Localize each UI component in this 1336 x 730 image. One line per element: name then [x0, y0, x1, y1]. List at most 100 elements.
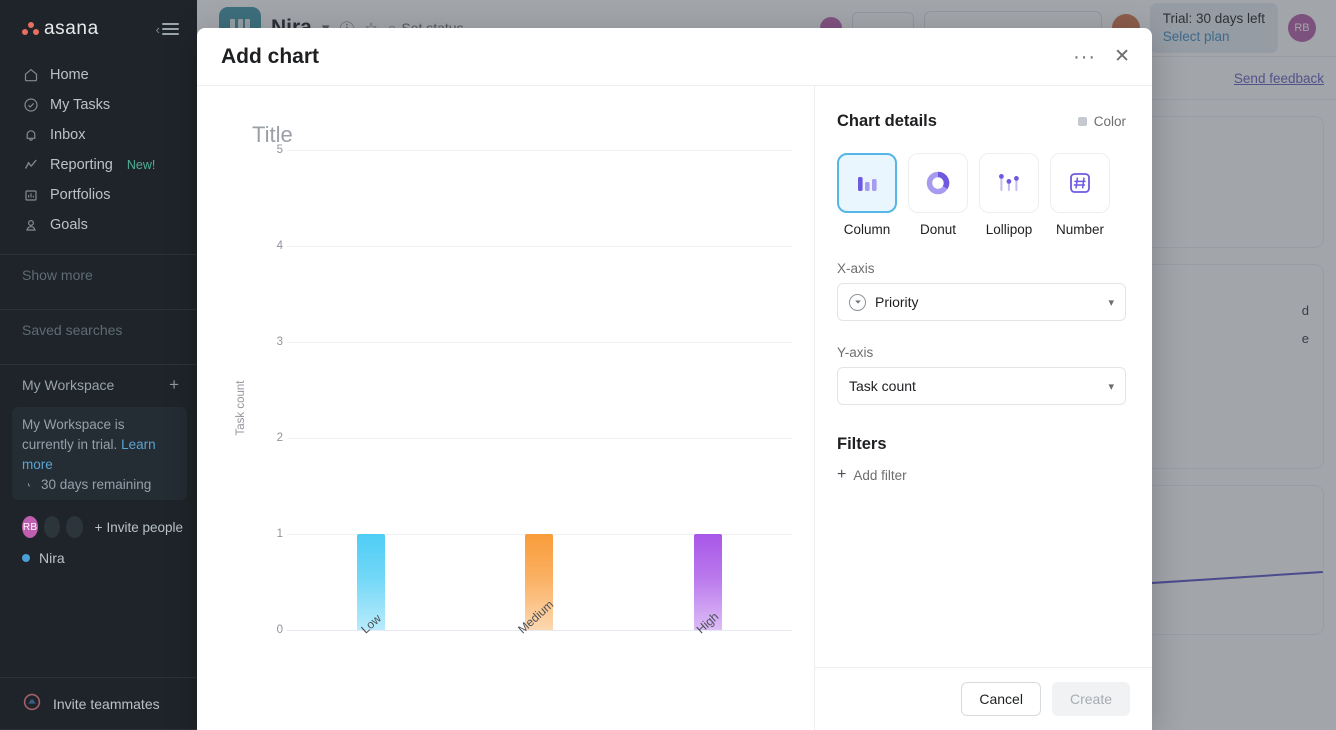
trial-text-line2: trial.	[91, 437, 118, 452]
saved-searches-section[interactable]: Saved searches	[0, 310, 197, 350]
trial-notice: My Workspace is currently in trial. Lear…	[12, 407, 187, 500]
chevron-down-icon: ▾	[1108, 380, 1114, 393]
sidebar-item-portfolios[interactable]: Portfolios	[0, 180, 197, 210]
hamburger-icon	[162, 20, 179, 38]
chart-type-label: Donut	[919, 222, 957, 237]
sidebar-item-label: Portfolios	[50, 187, 111, 203]
modal-header-actions: ··· ✕	[1073, 47, 1130, 67]
y-axis-value: Task count	[849, 378, 916, 394]
avatar[interactable]: RB	[22, 516, 39, 538]
sidebar-item-my-tasks[interactable]: My Tasks	[0, 90, 197, 120]
workspace-section[interactable]: My Workspace +	[0, 365, 197, 405]
donut-chart-icon	[908, 153, 968, 213]
plus-icon: +	[94, 519, 103, 535]
y-axis-tick: 5	[276, 144, 283, 156]
y-axis-label: Task count	[235, 380, 247, 436]
details-header: Chart details Color	[837, 112, 1126, 131]
sidebar-nav: Home My Tasks Inbox Reporting New! Portf…	[0, 60, 197, 240]
modal-footer: Cancel Create	[815, 667, 1152, 730]
number-chart-icon	[1050, 153, 1110, 213]
invite-people-button[interactable]: + Invite people	[95, 520, 183, 535]
timer-icon	[28, 483, 31, 487]
color-button[interactable]: Color	[1077, 114, 1126, 129]
modal-header: Add chart ··· ✕	[197, 28, 1152, 86]
reporting-new-badge: New!	[126, 158, 156, 172]
chart-type-donut[interactable]: Donut	[908, 153, 968, 237]
chevron-down-icon: ▾	[1108, 296, 1114, 309]
add-chart-modal: Add chart ··· ✕ Title Task count 012345 …	[197, 28, 1152, 730]
sidebar-item-label: Inbox	[50, 127, 86, 143]
avatar-placeholder	[66, 516, 83, 538]
invite-people-label: Invite people	[106, 519, 184, 535]
filters-title: Filters	[837, 435, 887, 453]
avatar-placeholder	[44, 516, 61, 538]
color-label: Color	[1093, 114, 1126, 129]
check-circle-icon	[22, 97, 39, 114]
sidebar-item-goals[interactable]: Goals	[0, 210, 197, 240]
chart-line-icon	[22, 157, 39, 174]
bar-slot	[455, 150, 623, 630]
trial-days-text: 30 days remaining	[41, 477, 152, 492]
chart-type-number[interactable]: Number	[1050, 153, 1110, 237]
color-swatch-icon	[1077, 117, 1087, 126]
modal-body: Title Task count 012345 Low Medium High Ch…	[197, 86, 1152, 730]
y-axis-tick: 4	[276, 240, 283, 252]
chart-type-column[interactable]: Column	[837, 153, 897, 237]
chart-preview: Title Task count 012345 Low Medium High	[197, 86, 815, 730]
more-options-icon[interactable]: ···	[1073, 47, 1096, 67]
modal-title: Add chart	[221, 44, 320, 68]
people-row: RB + Invite people	[0, 500, 197, 542]
collapse-sidebar-icon[interactable]: ‹	[156, 20, 179, 38]
y-axis-tick: 3	[276, 336, 283, 348]
asana-logo[interactable]: asana	[22, 18, 99, 40]
invite-teammates-label: Invite teammates	[53, 695, 160, 712]
portfolio-icon	[22, 187, 39, 204]
plus-icon: +	[837, 466, 847, 483]
sidebar: asana ‹ Home My Tasks Inbox Reporting Ne…	[0, 0, 197, 730]
home-icon	[22, 67, 39, 84]
x-axis-labels: Low Medium High	[287, 597, 792, 658]
y-axis-tick: 1	[276, 528, 283, 540]
chart-type-label: Number	[1055, 222, 1104, 237]
y-axis-select[interactable]: Task count ▾	[837, 367, 1126, 405]
sidebar-project-nira[interactable]: Nira	[0, 542, 197, 574]
goal-icon	[22, 217, 39, 234]
project-label: Nira	[39, 550, 65, 566]
chart-details-panel: Chart details Color Column Donut Lollipo…	[815, 86, 1152, 730]
bell-icon	[22, 127, 39, 144]
workspace-label: My Workspace	[22, 377, 115, 393]
trial-text: My Workspace is currently in trial. Lear…	[22, 415, 177, 475]
sidebar-item-label: Reporting	[50, 157, 113, 173]
priority-field-icon	[849, 293, 866, 311]
y-axis-tick: 2	[276, 432, 283, 444]
asana-logo-icon	[22, 21, 39, 37]
add-filter-button[interactable]: + Add filter	[837, 466, 1126, 484]
cancel-button[interactable]: Cancel	[961, 682, 1041, 716]
y-axis-tick: 0	[276, 624, 283, 636]
chart-type-lollipop[interactable]: Lollipop	[979, 153, 1039, 237]
x-axis-select[interactable]: Priority ▾	[837, 283, 1126, 321]
add-filter-label: Add filter	[853, 467, 907, 483]
sidebar-item-inbox[interactable]: Inbox	[0, 120, 197, 150]
sidebar-item-reporting[interactable]: Reporting New!	[0, 150, 197, 180]
invite-teammates-icon	[22, 692, 42, 715]
chart-type-label: Column	[843, 222, 891, 237]
y-axis-field-label: Y-axis	[837, 345, 874, 360]
sidebar-item-label: My Tasks	[50, 97, 111, 113]
lollipop-chart-icon	[979, 153, 1039, 213]
sidebar-item-label: Home	[50, 67, 89, 83]
chart-type-selector: Column Donut Lollipop Number	[837, 153, 1126, 237]
sidebar-item-label: Goals	[50, 217, 88, 233]
add-project-icon[interactable]: +	[169, 375, 179, 395]
close-icon[interactable]: ✕	[1114, 47, 1130, 66]
chart-details-title: Chart details	[837, 112, 937, 130]
show-more-button[interactable]: Show more	[0, 255, 197, 295]
bars-group	[287, 150, 792, 630]
invite-teammates-button[interactable]: Invite teammates	[0, 678, 197, 729]
create-button[interactable]: Create	[1051, 682, 1130, 716]
x-axis-field-label: X-axis	[837, 261, 875, 276]
bar-slot	[287, 150, 455, 630]
sidebar-item-home[interactable]: Home	[0, 60, 197, 90]
trial-days-remaining: 30 days remaining	[22, 477, 177, 492]
